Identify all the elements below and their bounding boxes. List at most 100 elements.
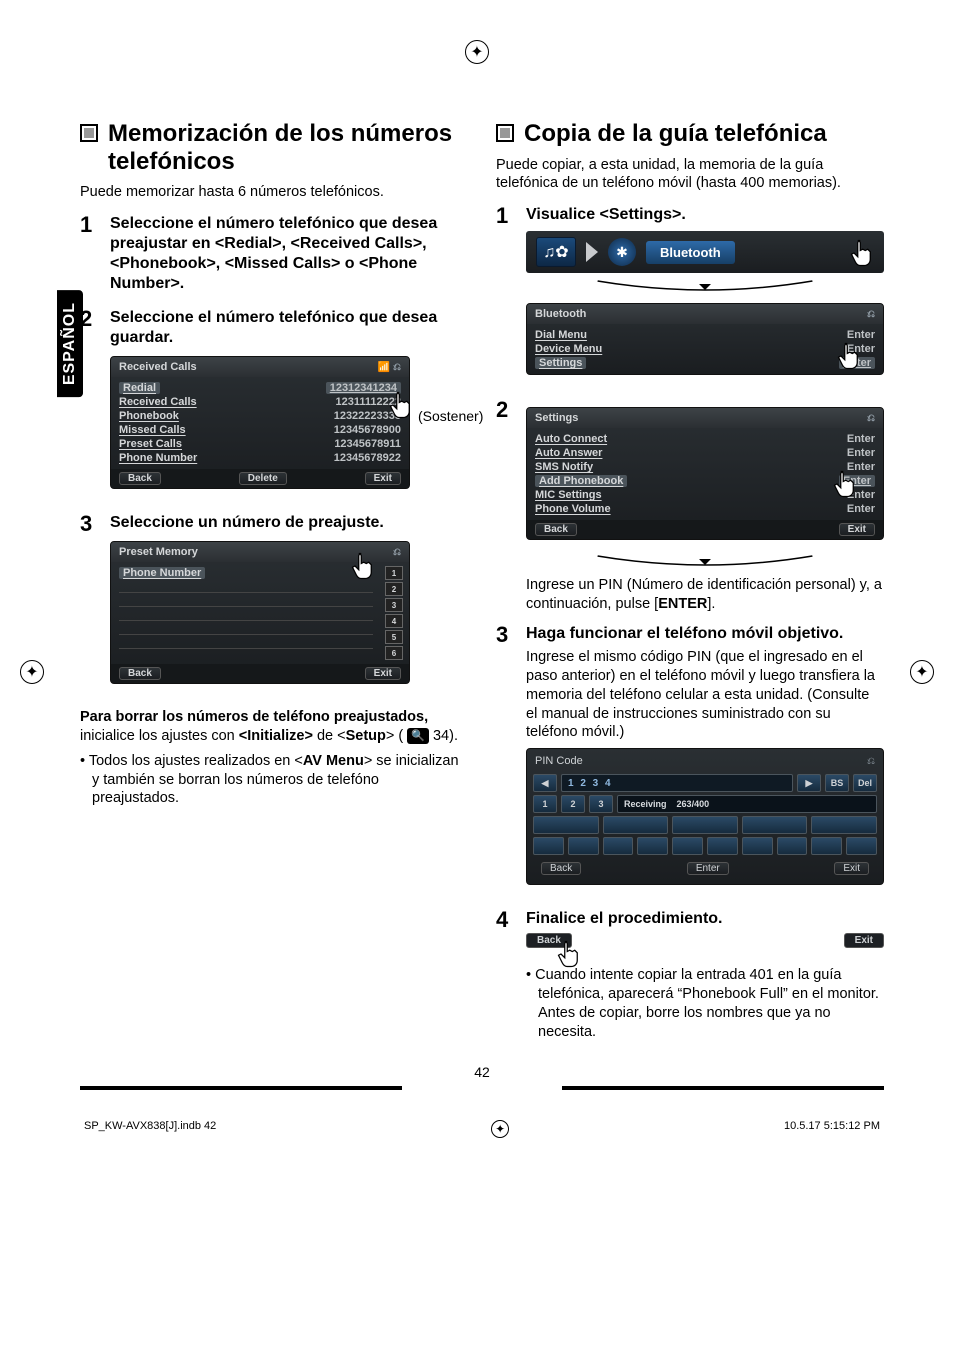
list-item[interactable]: Add Phonebook <box>535 475 627 487</box>
list-item[interactable]: Redial <box>119 382 160 394</box>
exit-button[interactable]: Exit <box>365 667 401 680</box>
page-number: 42 <box>80 1064 884 1080</box>
page-rules <box>80 1086 884 1090</box>
initialize-ref: <Initialize> <box>239 728 313 744</box>
left-step-2: 2 Seleccione el número telefónico que de… <box>80 308 468 503</box>
list-item[interactable]: Auto Connect <box>535 433 607 445</box>
keypad-blank[interactable] <box>742 816 808 834</box>
tap-pointer-icon <box>350 551 380 581</box>
phone-number[interactable]: 12345678911 <box>334 438 401 450</box>
back-button[interactable]: Back <box>535 523 577 536</box>
keypad-blank[interactable] <box>533 816 599 834</box>
list-item[interactable]: SMS Notify <box>535 461 593 473</box>
preset-slot[interactable]: 1 <box>385 566 403 580</box>
bluetooth-icon[interactable]: ✱ <box>608 238 636 266</box>
delete-key[interactable]: Del <box>853 774 877 792</box>
panel-header: Bluetooth <box>535 308 586 320</box>
exit-button[interactable]: Exit <box>834 862 869 875</box>
enter-label[interactable]: Enter <box>847 329 875 341</box>
keypad-blank[interactable] <box>811 837 842 855</box>
nav-left-key[interactable]: ◀ <box>533 774 557 792</box>
list-item[interactable]: Settings <box>535 357 586 369</box>
list-item[interactable]: Phone Number <box>119 452 197 464</box>
back-button[interactable]: Back <box>541 862 581 875</box>
list-item[interactable]: Phone Number <box>119 567 205 579</box>
keypad-blank[interactable] <box>603 837 634 855</box>
right-step-2: 2 Settings ⎌ Auto ConnectEnter Auto Answ… <box>496 399 884 614</box>
keypad-blank[interactable] <box>811 816 877 834</box>
enter-label[interactable]: Enter <box>847 447 875 459</box>
list-item[interactable]: Auto Answer <box>535 447 602 459</box>
delete-button[interactable]: Delete <box>239 472 287 485</box>
registration-mark-bottom <box>491 1120 509 1138</box>
step-number: 2 <box>80 308 100 503</box>
panel-header: Received Calls <box>119 361 197 373</box>
menu-tile-music[interactable]: ♫✿ <box>536 237 576 267</box>
preset-blank[interactable] <box>119 637 373 649</box>
nav-right-key[interactable]: ▶ <box>797 774 821 792</box>
keypad-blank[interactable] <box>637 837 668 855</box>
preset-blank[interactable] <box>119 609 373 621</box>
preset-slot[interactable]: 3 <box>385 598 403 612</box>
footer-right: 10.5.17 5:15:12 PM <box>784 1120 880 1138</box>
preset-blank[interactable] <box>119 581 373 593</box>
phone-number[interactable]: 12345678900 <box>334 424 401 436</box>
digit-key[interactable]: 1 <box>533 795 557 813</box>
bt-signal-icon: ⎌ <box>867 756 875 767</box>
right-intro: Puede copiar, a esta unidad, la memoria … <box>496 156 884 194</box>
bluetooth-label[interactable]: Bluetooth <box>646 241 735 264</box>
list-item[interactable]: Preset Calls <box>119 438 182 450</box>
digit-key[interactable]: 2 <box>561 795 585 813</box>
pin-value-field[interactable]: 1 2 3 4 <box>561 774 793 792</box>
preset-blank[interactable] <box>119 623 373 635</box>
right-step-4: 4 Finalice el procedimiento. Back Exit C… <box>496 909 884 1041</box>
ps-close: ). <box>449 728 458 744</box>
enter-button[interactable]: Enter <box>687 862 729 875</box>
tap-pointer-icon <box>556 939 586 969</box>
heading-text: Memorización de los números telefónicos <box>108 120 468 175</box>
keypad-blank[interactable] <box>603 816 669 834</box>
back-button[interactable]: Back <box>119 472 161 485</box>
keypad-blank[interactable] <box>533 837 564 855</box>
bt-signal-icon: ⎌ <box>393 547 401 558</box>
keypad-blank[interactable] <box>742 837 773 855</box>
list-item[interactable]: Received Calls <box>119 396 197 408</box>
step-3-title: Seleccione un número de preajuste. <box>110 513 468 533</box>
back-button[interactable]: Back <box>119 667 161 680</box>
preset-slot[interactable]: 4 <box>385 614 403 628</box>
exit-button[interactable]: Exit <box>844 933 884 948</box>
panel-header: PIN Code <box>535 755 583 767</box>
keypad-blank[interactable] <box>672 816 738 834</box>
enter-label[interactable]: Enter <box>847 503 875 515</box>
keypad-blank[interactable] <box>672 837 703 855</box>
step-3-body: Ingrese el mismo código PIN (que el ingr… <box>526 648 884 742</box>
digit-key[interactable]: 3 <box>589 795 613 813</box>
phone-number[interactable]: 12345678922 <box>334 452 401 464</box>
exit-button[interactable]: Exit <box>365 472 401 485</box>
enter-label[interactable]: Enter <box>847 433 875 445</box>
flow-arrow-icon <box>526 279 884 295</box>
list-item[interactable]: Phone Volume <box>535 503 611 515</box>
keypad-blank[interactable] <box>707 837 738 855</box>
list-item[interactable]: Phonebook <box>119 410 179 422</box>
list-item[interactable]: Missed Calls <box>119 424 186 436</box>
keypad-blank[interactable] <box>777 837 808 855</box>
preset-slot[interactable]: 6 <box>385 646 403 660</box>
footer-left: SP_KW-AVX838[J].indb 42 <box>84 1120 216 1138</box>
preset-slot[interactable]: 5 <box>385 630 403 644</box>
backspace-key[interactable]: BS <box>825 774 849 792</box>
exit-button[interactable]: Exit <box>839 523 875 536</box>
received-calls-panel: Received Calls 📶 ⎌ Redial12312341234 Rec… <box>110 356 410 489</box>
preset-blank[interactable] <box>119 595 373 607</box>
list-item[interactable]: Device Menu <box>535 343 602 355</box>
panel-header: Preset Memory <box>119 546 198 558</box>
step-number: 3 <box>80 513 100 698</box>
preset-slot[interactable]: 2 <box>385 582 403 596</box>
keypad-blank[interactable] <box>568 837 599 855</box>
keypad-blank[interactable] <box>846 837 877 855</box>
ps-heading: Para borrar los números de teléfono prea… <box>80 709 428 725</box>
settings-panel: Settings ⎌ Auto ConnectEnter Auto Answer… <box>526 407 884 540</box>
list-item[interactable]: Dial Menu <box>535 329 587 341</box>
list-item[interactable]: MIC Settings <box>535 489 602 501</box>
right-heading: Copia de la guía telefónica <box>496 120 884 148</box>
